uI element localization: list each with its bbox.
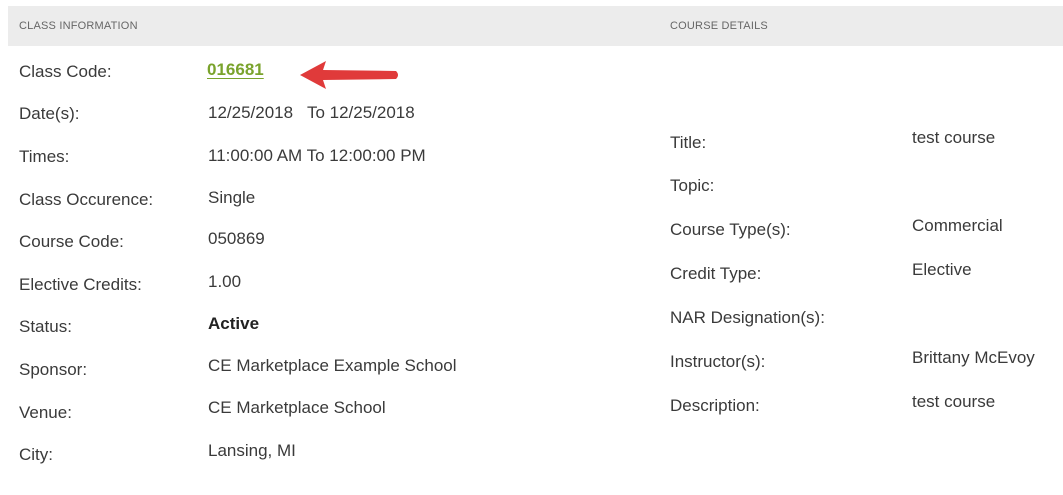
red-arrow-icon	[300, 61, 398, 89]
status-value: Active	[208, 314, 260, 333]
class-code-link[interactable]: 016681	[207, 60, 264, 80]
credit-type-value: Elective	[912, 260, 972, 279]
dates-label: Date(s):	[19, 104, 80, 123]
venue-value: CE Marketplace School	[208, 398, 386, 417]
description-value: test course	[912, 392, 996, 411]
class-occurrence-value: Single	[208, 188, 256, 207]
course-code-label: Course Code:	[19, 232, 124, 251]
city-value: Lansing, MI	[208, 441, 296, 460]
description-label: Description:	[670, 396, 760, 415]
title-label: Title:	[670, 133, 707, 152]
course-type-label: Course Type(s):	[670, 220, 791, 239]
venue-label: Venue:	[19, 403, 72, 422]
elective-credits-value: 1.00	[208, 272, 242, 291]
status-label: Status:	[19, 317, 72, 336]
nar-designation-label: NAR Designation(s):	[670, 308, 825, 327]
elective-credits-label: Elective Credits:	[19, 275, 142, 294]
class-occurrence-label: Class Occurence:	[19, 190, 154, 209]
instructor-label: Instructor(s):	[670, 352, 766, 371]
section-header-bar	[8, 6, 1063, 46]
course-code-value: 050869	[208, 229, 265, 248]
class-details-page: CLASS INFORMATION COURSE DETAILS Class C…	[0, 0, 1063, 495]
class-information-heading: CLASS INFORMATION	[19, 20, 138, 32]
times-value: 11:00:00 AM To 12:00:00 PM	[208, 146, 426, 165]
course-type-value: Commercial	[912, 216, 1003, 235]
times-label: Times:	[19, 147, 70, 166]
course-details-heading: COURSE DETAILS	[670, 20, 768, 32]
credit-type-label: Credit Type:	[670, 264, 762, 283]
class-code-label: Class Code:	[19, 62, 112, 81]
instructor-value: Brittany McEvoy	[912, 348, 1035, 367]
dates-value: 12/25/2018 To 12/25/2018	[208, 103, 415, 122]
sponsor-value: CE Marketplace Example School	[208, 356, 457, 375]
topic-label: Topic:	[670, 176, 715, 195]
city-label: City:	[19, 445, 53, 464]
title-value: test course	[912, 128, 996, 147]
red-arrow-shape	[300, 61, 398, 89]
sponsor-label: Sponsor:	[19, 360, 88, 379]
